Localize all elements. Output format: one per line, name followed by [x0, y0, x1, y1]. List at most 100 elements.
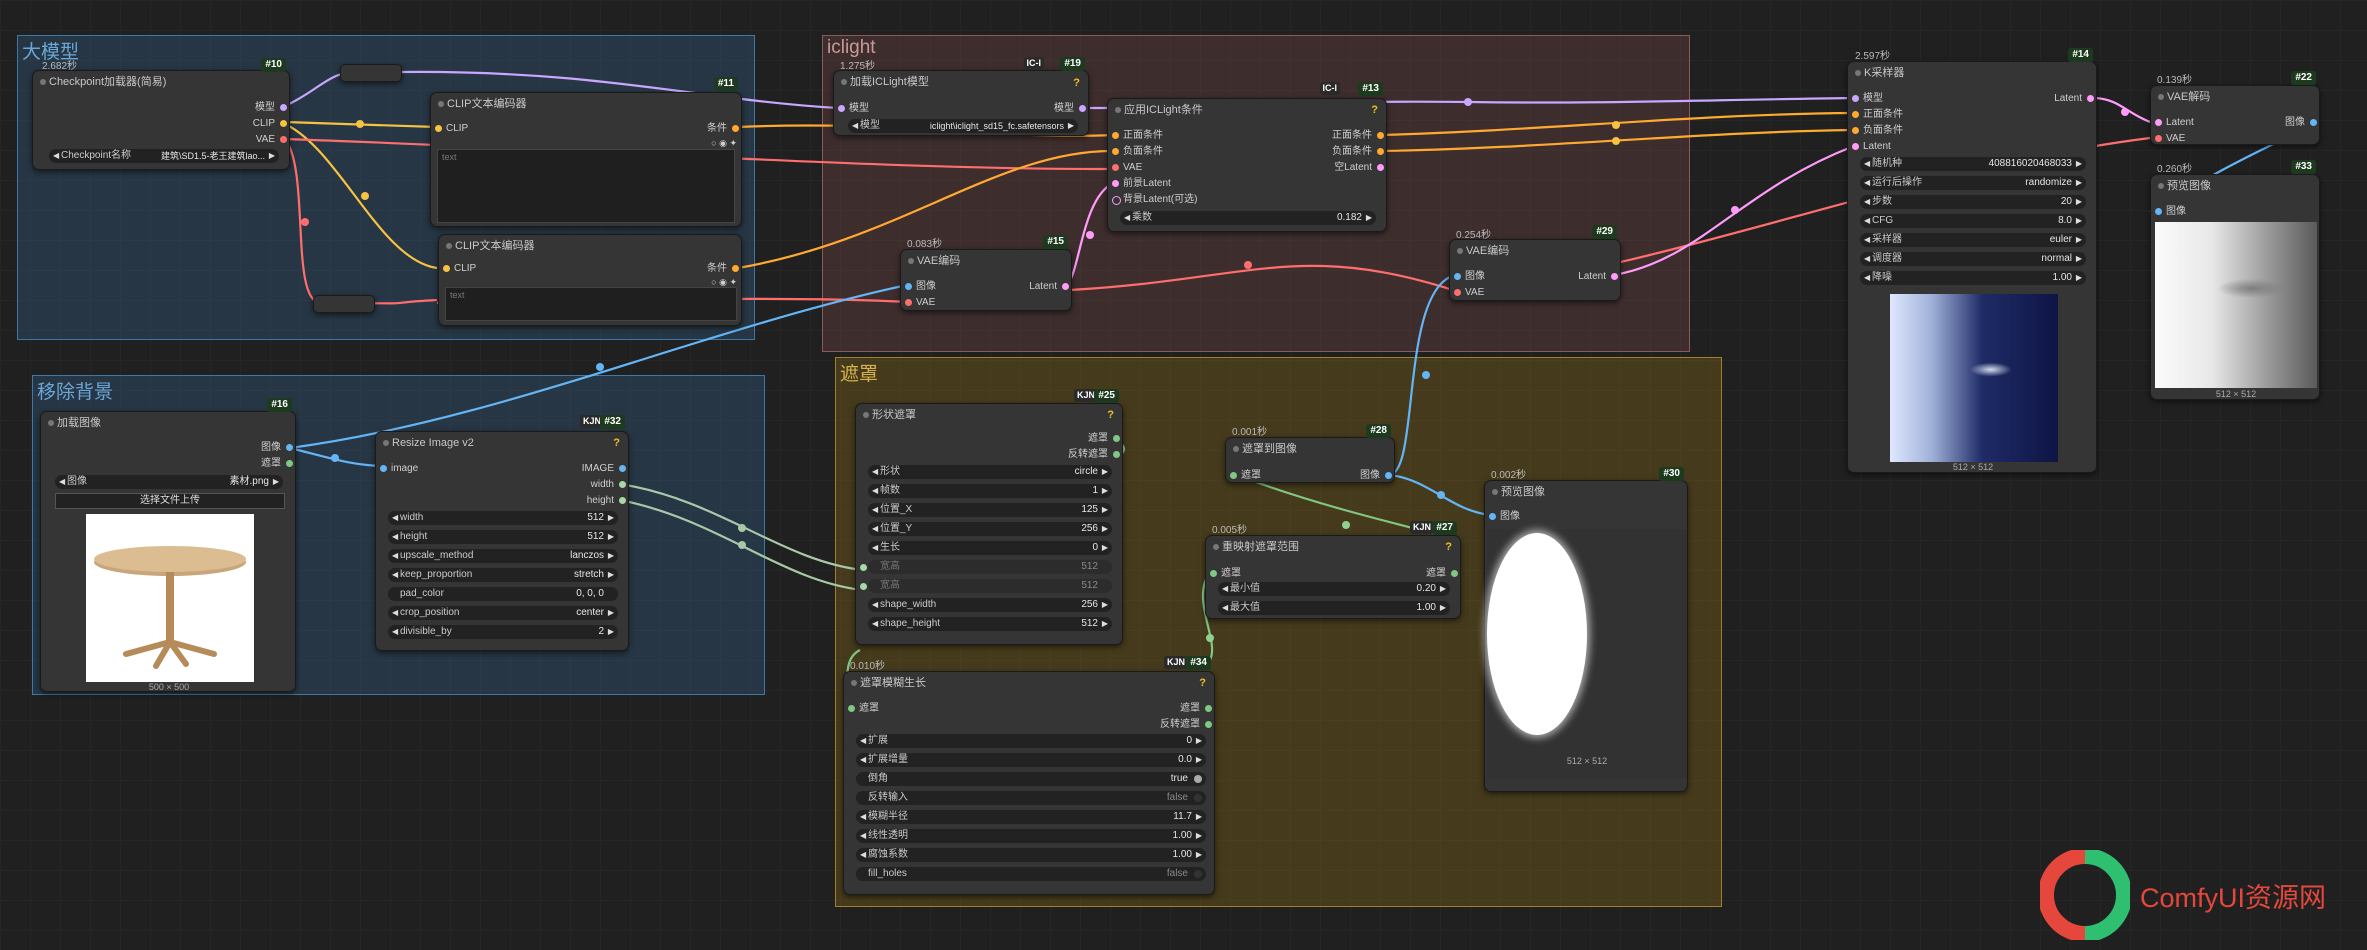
output-clip[interactable]: CLIP: [253, 118, 275, 130]
input-latent-dot[interactable]: [1852, 143, 1859, 150]
height-widget[interactable]: ◀ height 512 ▶: [388, 530, 618, 544]
output-image[interactable]: 图像: [1360, 470, 1380, 482]
node-vae-encode[interactable]: VAE编码 #15 图像 VAE Latent: [900, 235, 1072, 311]
iclight-model-combo[interactable]: ◀ 模型 iclight\iclight_sd15_fc.safetensors…: [848, 119, 1078, 133]
input-image[interactable]: 图像: [1500, 511, 1520, 523]
prompt-textarea[interactable]: text: [437, 149, 735, 223]
input-model-dot[interactable]: [838, 105, 845, 112]
arrow-left-icon[interactable]: ◀: [59, 475, 65, 489]
help-icon[interactable]: ?: [1445, 541, 1452, 553]
steps-widget[interactable]: ◀ 步数 20 ▶: [1860, 195, 2086, 209]
pad-color-widget[interactable]: pad_color 0, 0, 0: [388, 587, 618, 601]
sampler-widget[interactable]: ◀ 采样器 euler ▶: [1860, 233, 2086, 247]
toggle-off-icon[interactable]: [1194, 870, 1202, 878]
node-preview-image[interactable]: 预览图像 #30 图像 512 × 512: [1484, 467, 1688, 792]
output-image-dot[interactable]: [619, 465, 626, 472]
grow-widget[interactable]: ◀ 生长 0 ▶: [868, 541, 1112, 555]
output-width-dot[interactable]: [619, 481, 626, 488]
output-mask-dot[interactable]: [1451, 570, 1458, 577]
input-negative[interactable]: 负面条件: [1123, 146, 1163, 158]
toggle-off-icon[interactable]: [1194, 794, 1202, 802]
control-after-generate-widget[interactable]: ◀ 运行后操作 randomize ▶: [1860, 176, 2086, 190]
node-resize-image-v2[interactable]: Resize Image v2 KJN #32 ? image IMAGE wi…: [375, 415, 629, 651]
node-vae-encode[interactable]: VAE编码 #29 图像 VAE Latent: [1449, 225, 1621, 301]
input-image-dot[interactable]: [1454, 273, 1461, 280]
output-conditioning[interactable]: 条件: [707, 263, 727, 275]
output-vae-dot[interactable]: [280, 136, 287, 143]
fill-holes-toggle[interactable]: fill_holes false: [856, 867, 1206, 881]
input-model[interactable]: 模型: [1863, 93, 1883, 105]
scheduler-widget[interactable]: ◀ 调度器 normal ▶: [1860, 252, 2086, 266]
arrow-right-icon[interactable]: ▶: [1366, 211, 1372, 225]
output-conditioning[interactable]: 条件: [707, 123, 727, 135]
output-latent-dot[interactable]: [1611, 273, 1618, 280]
input-mask[interactable]: 遮罩: [1221, 568, 1241, 580]
output-mask[interactable]: 遮罩: [261, 458, 281, 470]
output-mask[interactable]: 遮罩: [1426, 568, 1446, 580]
input-image-dot[interactable]: [2155, 208, 2162, 215]
input-latent[interactable]: Latent: [2166, 117, 2194, 129]
max-value-widget[interactable]: ◀ 最大值 1.00 ▶: [1218, 601, 1450, 615]
toggle-on-icon[interactable]: [1194, 775, 1202, 783]
divisible-by-widget[interactable]: ◀ divisible_by 2 ▶: [388, 625, 618, 639]
expand-widget[interactable]: ◀ 扩展 0 ▶: [856, 734, 1206, 748]
lerp-alpha-widget[interactable]: ◀ 线性透明 1.00 ▶: [856, 829, 1206, 843]
output-latent-dot[interactable]: [1062, 283, 1069, 290]
input-vae-dot[interactable]: [905, 299, 912, 306]
blur-radius-widget[interactable]: ◀ 模糊半径 11.7 ▶: [856, 810, 1206, 824]
width-widget[interactable]: ◀ width 512 ▶: [388, 511, 618, 525]
reroute-node[interactable]: [340, 64, 402, 82]
decay-factor-widget[interactable]: ◀ 腐蚀系数 1.00 ▶: [856, 848, 1206, 862]
output-model[interactable]: 模型: [1054, 103, 1074, 115]
denoise-widget[interactable]: ◀ 降噪 1.00 ▶: [1860, 271, 2086, 285]
arrow-left-icon[interactable]: ◀: [53, 149, 59, 163]
help-icon[interactable]: ?: [1107, 409, 1114, 421]
input-mask[interactable]: 遮罩: [859, 703, 879, 715]
node-checkpoint-loader[interactable]: Checkpoint加载器(简易) #10 模型 CLIP VAE ◀ Chec…: [32, 58, 290, 170]
input-vae-dot[interactable]: [2155, 135, 2162, 142]
help-icon[interactable]: ?: [1073, 77, 1080, 89]
input-vae[interactable]: VAE: [1465, 287, 1484, 299]
node-ksampler[interactable]: K采样器 #14 模型 正面条件 负面条件 Latent Latent ◀ 随机种…: [1847, 48, 2097, 473]
arrow-right-icon[interactable]: ▶: [273, 475, 279, 489]
input-negative-dot[interactable]: [1112, 148, 1119, 155]
node-vae-decode[interactable]: VAE解码 #22 Latent VAE 图像: [2150, 71, 2320, 145]
input-model[interactable]: 模型: [849, 103, 869, 115]
input-bg-latent-dot[interactable]: [1112, 196, 1121, 205]
output-latent[interactable]: Latent: [1578, 271, 1606, 283]
upload-file-button[interactable]: 选择文件上传: [55, 493, 285, 509]
output-mask[interactable]: 遮罩: [1088, 433, 1108, 445]
position-x-widget[interactable]: ◀ 位置_X 125 ▶: [868, 503, 1112, 517]
output-model-dot[interactable]: [1079, 105, 1086, 112]
input-image-dot[interactable]: [1489, 513, 1496, 520]
input-positive-dot[interactable]: [1112, 132, 1119, 139]
input-fg-latent[interactable]: 前景Latent: [1123, 178, 1171, 190]
node-preview-image[interactable]: 预览图像 #33 图像 512 × 512: [2150, 160, 2320, 400]
output-image[interactable]: 图像: [2285, 117, 2305, 129]
input-mask-dot[interactable]: [848, 705, 855, 712]
output-model-dot[interactable]: [280, 104, 287, 111]
input-fg-latent-dot[interactable]: [1112, 180, 1119, 187]
output-image-dot[interactable]: [1385, 472, 1392, 479]
arrow-left-icon[interactable]: ◀: [852, 119, 858, 133]
node-mask-to-image[interactable]: 遮罩到图像 #28 遮罩 图像: [1225, 424, 1395, 483]
input-image[interactable]: 图像: [916, 281, 936, 293]
prompt-textarea[interactable]: text: [445, 287, 737, 321]
crop-position-widget[interactable]: ◀ crop_position center ▶: [388, 606, 618, 620]
arrow-right-icon[interactable]: ▶: [269, 149, 275, 163]
reroute-node[interactable]: [313, 295, 375, 313]
conditioning-toggle-icons[interactable]: ○ ◉ ✦: [711, 137, 737, 149]
incremental-expand-widget[interactable]: ◀ 扩展增量 0.0 ▶: [856, 753, 1206, 767]
output-image-dot[interactable]: [2310, 119, 2317, 126]
input-image-dot[interactable]: [380, 465, 387, 472]
output-conditioning-dot[interactable]: [732, 125, 739, 132]
node-load-image[interactable]: 加载图像 #16 图像 遮罩 ◀ 图像 素材.png ▶ 选择文件上传 500 …: [40, 398, 296, 692]
output-latent[interactable]: Latent: [2054, 93, 2082, 105]
input-image[interactable]: 图像: [1465, 271, 1485, 283]
output-conditioning-dot[interactable]: [732, 265, 739, 272]
input-vae[interactable]: VAE: [2166, 133, 2185, 145]
frame-width-input[interactable]: 宽高 512: [868, 560, 1112, 574]
output-model[interactable]: 模型: [255, 102, 275, 114]
input-latent[interactable]: Latent: [1863, 141, 1891, 153]
input-positive-dot[interactable]: [1852, 111, 1859, 118]
